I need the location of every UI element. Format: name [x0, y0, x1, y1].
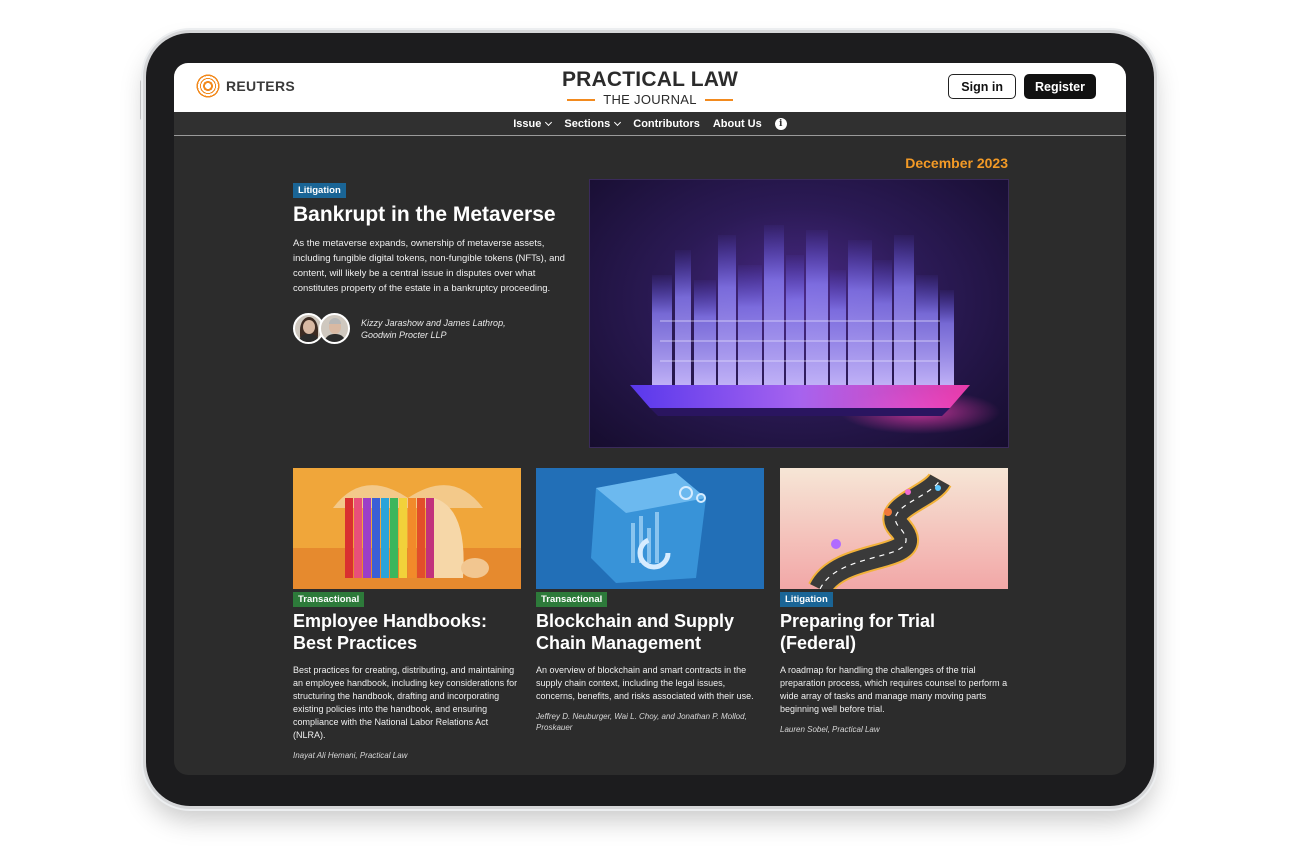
card-image-blockchain[interactable]: [536, 468, 764, 589]
author-affiliation: Goodwin Procter LLP: [361, 329, 447, 340]
screen: REUTERS PRACTICAL LAW THE JOURNAL Sign i…: [174, 63, 1126, 775]
brand-subtitle: THE JOURNAL: [603, 92, 697, 107]
brand-accent-line-right: [704, 98, 733, 101]
auth-buttons: Sign in Register: [948, 74, 1096, 99]
nav-item-issue[interactable]: Issue: [513, 117, 553, 130]
author-names-line: Kizzy Jarashow and James Lathrop,: [361, 317, 506, 328]
card-title[interactable]: Blockchain and Supply Chain Management: [536, 610, 764, 654]
hero-title[interactable]: Bankrupt in the Metaverse: [293, 203, 568, 227]
register-button[interactable]: Register: [1023, 74, 1096, 99]
hero-authors: Kizzy Jarashow and James Lathrop, Goodwi…: [293, 313, 568, 344]
issue-date[interactable]: December 2023: [905, 155, 1008, 171]
avatar: [319, 313, 350, 344]
card-title[interactable]: Preparing for Trial (Federal): [780, 610, 1008, 654]
card-description: A roadmap for handling the challenges of…: [780, 665, 1008, 714]
section-badge[interactable]: Transactional: [293, 592, 365, 607]
main-nav: Issue Sections Contributors About Us i: [174, 112, 1126, 136]
article-card-employee-handbooks[interactable]: Transactional Employee Handbooks: Best P…: [293, 468, 521, 761]
metaverse-city-illustration: [630, 225, 1000, 434]
nav-item-sections[interactable]: Sections: [564, 117, 622, 130]
author-names: Kizzy Jarashow and James Lathrop, Goodwi…: [361, 317, 506, 341]
section-badge[interactable]: Transactional: [536, 592, 608, 607]
card-description: Best practices for creating, distributin…: [293, 665, 518, 740]
card-description: An overview of blockchain and smart cont…: [536, 665, 754, 701]
card-author: Jeffrey D. Neuburger, Wai L. Choy, and J…: [536, 712, 747, 732]
card-image-winding-road[interactable]: [780, 468, 1008, 589]
article-card-preparing-for-trial[interactable]: Litigation Preparing for Trial (Federal)…: [780, 468, 1008, 735]
card-image-books[interactable]: [293, 468, 521, 589]
card-title[interactable]: Employee Handbooks: Best Practices: [293, 610, 521, 654]
site-header: REUTERS PRACTICAL LAW THE JOURNAL Sign i…: [174, 63, 1126, 112]
main-content: December 2023 Litigation Bankrupt in the…: [174, 136, 1126, 775]
section-badge[interactable]: Litigation: [293, 183, 346, 198]
hero-article: Litigation Bankrupt in the Metaverse As …: [293, 180, 568, 344]
card-author: Lauren Sobel, Practical Law: [780, 725, 880, 734]
nav-item-label: About Us: [712, 117, 762, 130]
nav-item-label: Issue: [513, 117, 542, 130]
sign-in-button[interactable]: Sign in: [948, 74, 1016, 99]
hero-description: As the metaverse expands, ownership of m…: [293, 238, 565, 294]
nav-item-label: Sections: [564, 117, 611, 130]
article-card-blockchain[interactable]: Transactional Blockchain and Supply Chai…: [536, 468, 764, 733]
hero-image-metaverse-city[interactable]: [589, 179, 1009, 448]
nav-item-label: Contributors: [633, 117, 700, 130]
chevron-down-icon: [614, 118, 622, 126]
chevron-down-icon: [545, 118, 553, 126]
nav-item-about-us[interactable]: About Us: [713, 118, 762, 130]
section-badge[interactable]: Litigation: [780, 592, 833, 607]
info-icon[interactable]: i: [774, 117, 787, 130]
card-author: Inayat Ali Hemani, Practical Law: [293, 751, 408, 760]
nav-item-contributors[interactable]: Contributors: [633, 118, 700, 130]
brand-accent-line-left: [567, 98, 596, 101]
